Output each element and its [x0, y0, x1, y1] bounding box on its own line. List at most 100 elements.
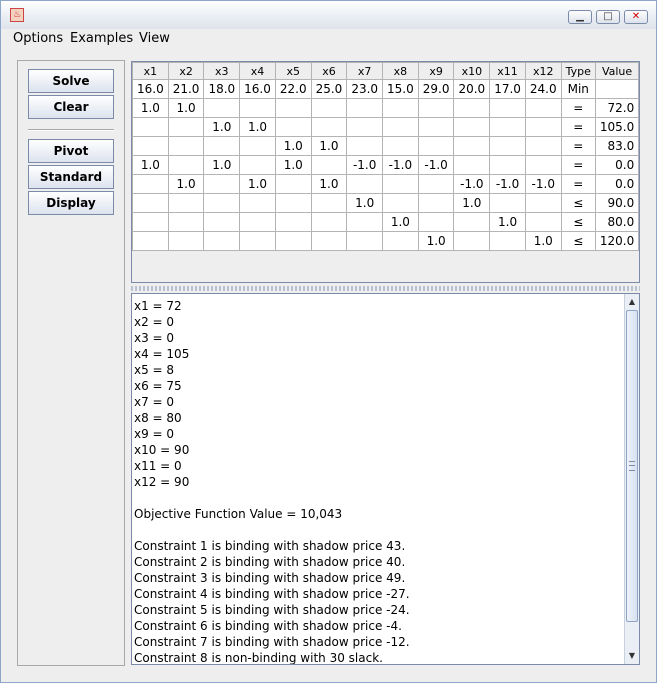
table-cell[interactable]: 1.0: [310, 174, 348, 194]
maximize-button[interactable]: □: [596, 10, 620, 24]
table-cell[interactable]: [132, 117, 169, 137]
vertical-scrollbar[interactable]: ▲ ▼: [624, 294, 639, 664]
table-cell[interactable]: 80.0: [594, 212, 640, 232]
table-cell[interactable]: [417, 174, 455, 194]
scroll-thumb[interactable]: [626, 310, 638, 622]
table-cell[interactable]: 18.0: [203, 79, 241, 99]
table-cell[interactable]: [346, 212, 384, 232]
table-cell[interactable]: [346, 98, 384, 118]
table-cell[interactable]: =: [560, 155, 596, 175]
table-cell[interactable]: [453, 136, 491, 156]
table-cell[interactable]: [382, 231, 419, 251]
table-cell[interactable]: [167, 193, 205, 213]
table-cell[interactable]: 1.0: [453, 193, 491, 213]
table-cell[interactable]: [310, 98, 348, 118]
table-cell[interactable]: [132, 231, 169, 251]
table-cell[interactable]: [382, 136, 419, 156]
table-cell[interactable]: [239, 212, 276, 232]
table-cell[interactable]: Min: [560, 79, 596, 99]
table-cell[interactable]: [417, 193, 455, 213]
table-cell[interactable]: [274, 117, 312, 137]
table-cell[interactable]: [346, 174, 384, 194]
table-cell[interactable]: [167, 136, 205, 156]
table-cell[interactable]: [132, 193, 169, 213]
table-cell[interactable]: [489, 117, 526, 137]
table-cell[interactable]: [167, 117, 205, 137]
table-cell[interactable]: [524, 193, 562, 213]
table-cell[interactable]: 1.0: [310, 136, 348, 156]
table-cell[interactable]: 23.0: [346, 79, 384, 99]
split-divider[interactable]: [131, 286, 640, 291]
table-cell[interactable]: [489, 155, 526, 175]
table-cell[interactable]: [346, 136, 384, 156]
table-cell[interactable]: [382, 174, 419, 194]
table-cell[interactable]: 1.0: [274, 155, 312, 175]
table-cell[interactable]: [453, 155, 491, 175]
table-cell[interactable]: 24.0: [524, 79, 562, 99]
table-cell[interactable]: [310, 155, 348, 175]
table-cell[interactable]: 1.0: [239, 117, 276, 137]
table-cell[interactable]: ≤: [560, 193, 596, 213]
table-cell[interactable]: [203, 98, 241, 118]
table-cell[interactable]: [382, 193, 419, 213]
table-cell[interactable]: [594, 79, 640, 99]
table-cell[interactable]: 29.0: [417, 79, 455, 99]
table-cell[interactable]: [239, 136, 276, 156]
table-cell[interactable]: [310, 212, 348, 232]
table-cell[interactable]: 83.0: [594, 136, 640, 156]
table-cell[interactable]: [346, 231, 384, 251]
table-cell[interactable]: 22.0: [274, 79, 312, 99]
table-cell[interactable]: ≤: [560, 212, 596, 232]
table-cell[interactable]: [203, 174, 241, 194]
table-cell[interactable]: [489, 193, 526, 213]
table-cell[interactable]: 1.0: [382, 212, 419, 232]
standard-button[interactable]: Standard: [28, 165, 114, 189]
table-cell[interactable]: 0.0: [594, 155, 640, 175]
table-cell[interactable]: [239, 231, 276, 251]
table-cell[interactable]: 1.0: [489, 212, 526, 232]
table-cell[interactable]: [167, 155, 205, 175]
table-cell[interactable]: [524, 136, 562, 156]
table-cell[interactable]: [524, 212, 562, 232]
table-cell[interactable]: 1.0: [524, 231, 562, 251]
menu-examples[interactable]: Examples: [70, 31, 133, 46]
table-cell[interactable]: [346, 117, 384, 137]
table-cell[interactable]: 1.0: [203, 117, 241, 137]
table-cell[interactable]: 1.0: [132, 155, 169, 175]
table-cell[interactable]: 72.0: [594, 98, 640, 118]
table-cell[interactable]: [274, 174, 312, 194]
table-cell[interactable]: [203, 231, 241, 251]
table-cell[interactable]: -1.0: [489, 174, 526, 194]
table-cell[interactable]: -1.0: [382, 155, 419, 175]
table-cell[interactable]: [524, 155, 562, 175]
menu-view[interactable]: View: [139, 31, 170, 46]
table-cell[interactable]: 1.0: [346, 193, 384, 213]
table-cell[interactable]: 16.0: [132, 79, 169, 99]
table-cell[interactable]: -1.0: [524, 174, 562, 194]
table-cell[interactable]: [274, 231, 312, 251]
table-cell[interactable]: [489, 98, 526, 118]
table-cell[interactable]: 25.0: [310, 79, 348, 99]
scroll-down-arrow-icon[interactable]: ▼: [625, 649, 639, 663]
close-button[interactable]: ✕: [624, 10, 648, 24]
table-cell[interactable]: 0.0: [594, 174, 640, 194]
table-cell[interactable]: 120.0: [594, 231, 640, 251]
table-cell[interactable]: [453, 98, 491, 118]
table-cell[interactable]: 1.0: [167, 98, 205, 118]
table-cell[interactable]: [524, 117, 562, 137]
table-cell[interactable]: -1.0: [417, 155, 455, 175]
table-cell[interactable]: 1.0: [167, 174, 205, 194]
table-cell[interactable]: ≤: [560, 231, 596, 251]
table-cell[interactable]: [239, 155, 276, 175]
table-cell[interactable]: [417, 98, 455, 118]
table-cell[interactable]: [417, 212, 455, 232]
solve-button[interactable]: Solve: [28, 69, 114, 93]
table-cell[interactable]: [239, 98, 276, 118]
table-cell[interactable]: 1.0: [239, 174, 276, 194]
table-cell[interactable]: [132, 136, 169, 156]
table-cell[interactable]: 105.0: [594, 117, 640, 137]
table-cell[interactable]: [203, 212, 241, 232]
minimize-button[interactable]: ▁: [568, 10, 592, 24]
table-cell[interactable]: [382, 117, 419, 137]
table-cell[interactable]: [310, 193, 348, 213]
